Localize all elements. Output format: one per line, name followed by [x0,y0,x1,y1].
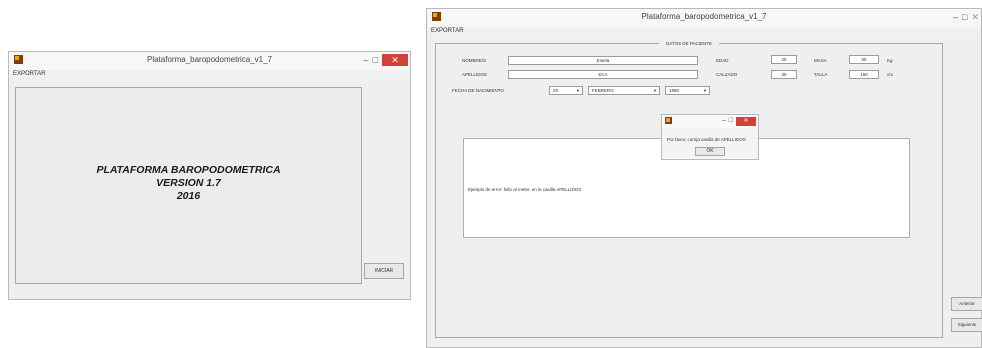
right-menu-bar: EXPORTAR [427,27,981,38]
message-text: Ejemplo de error: fallo al meter, en la … [468,187,582,192]
maximize-icon[interactable]: □ [729,116,733,126]
label-nombre: NOMBRE/S [462,58,487,63]
menu-exportar[interactable]: EXPORTAR [431,28,463,34]
masa-unit: Kg [887,58,893,63]
start-button[interactable]: INICIAR [364,263,404,279]
month-value: FEBRERO [592,88,614,93]
minimize-icon[interactable]: – [722,116,726,126]
label-apellidos: APELLIDOS [462,72,488,77]
menu-exportar[interactable]: EXPORTAR [13,71,45,77]
chevron-down-icon: ▼ [576,88,580,93]
left-window-title: Plataforma_baropodometrica_v1_7 [147,55,272,64]
left-title-bar[interactable]: Plataforma_baropodometrica_v1_7 – □ ✕ [9,52,410,70]
nombre-input[interactable]: Estela [508,56,698,65]
close-icon[interactable]: ✕ [971,12,979,22]
minimize-icon[interactable]: – [953,12,958,22]
label-fecha: FECHA DE NACIMIENTO [452,88,504,93]
year-value: 1990 [669,88,680,93]
app-icon [665,117,672,124]
label-edad: EDAD [716,58,729,63]
splash-line-1: PLATAFORMA BAROPODOMETRICA [96,164,281,176]
close-icon[interactable]: ✕ [382,54,408,66]
label-talla: TALLA [814,72,828,77]
previous-button[interactable]: Anterior [951,297,982,311]
maximize-icon[interactable]: □ [962,12,967,22]
dialog-message: Por favor, corrija casilla de APELLIDOS [667,137,746,142]
left-window: Plataforma_baropodometrica_v1_7 – □ ✕ EX… [8,51,411,300]
label-masa: MASA [814,58,827,63]
dialog-title-bar[interactable]: – □ ✕ [662,115,758,128]
right-window-title: Plataforma_baropodometrica_v1_7 [641,12,767,21]
right-title-bar[interactable]: Plataforma_baropodometrica_v1_7 – □ ✕ [427,9,981,27]
masa-input[interactable]: 55 [849,55,879,64]
calzado-input[interactable]: 35 [771,70,797,79]
label-calzado: CALZADO [716,72,738,77]
day-value: 29 [553,88,559,93]
minimize-icon[interactable]: – [364,55,369,65]
panel-title: DATOS DE PACIENTE [659,41,719,46]
chevron-down-icon: ▼ [653,88,657,93]
ok-button[interactable]: OK [695,147,725,156]
patient-data-panel: DATOS DE PACIENTE NOMBRE/S Estela APELLI… [435,41,943,338]
chevron-down-icon: ▼ [703,88,707,93]
left-menu-bar: EXPORTAR [9,70,410,81]
talla-input[interactable]: 160 [849,70,879,79]
splash-line-2: VERSION 1.7 [156,177,221,189]
edad-input[interactable]: 25 [771,55,797,64]
splash-panel: PLATAFORMA BAROPODOMETRICA VERSION 1.7 2… [15,87,362,284]
error-dialog: – □ ✕ Por favor, corrija casilla de APEL… [661,114,759,160]
maximize-icon[interactable]: □ [373,55,378,65]
talla-unit: cm [887,72,893,77]
next-button[interactable]: Siguiente [951,318,982,332]
month-select[interactable]: FEBRERO ▼ [588,86,660,95]
year-select[interactable]: 1990 ▼ [665,86,710,95]
splash-line-3: 2016 [176,190,201,202]
close-icon[interactable]: ✕ [736,116,756,126]
right-window: Plataforma_baropodometrica_v1_7 – □ ✕ EX… [426,8,982,348]
day-select[interactable]: 29 ▼ [549,86,583,95]
apellidos-input[interactable]: ECA [508,70,698,79]
